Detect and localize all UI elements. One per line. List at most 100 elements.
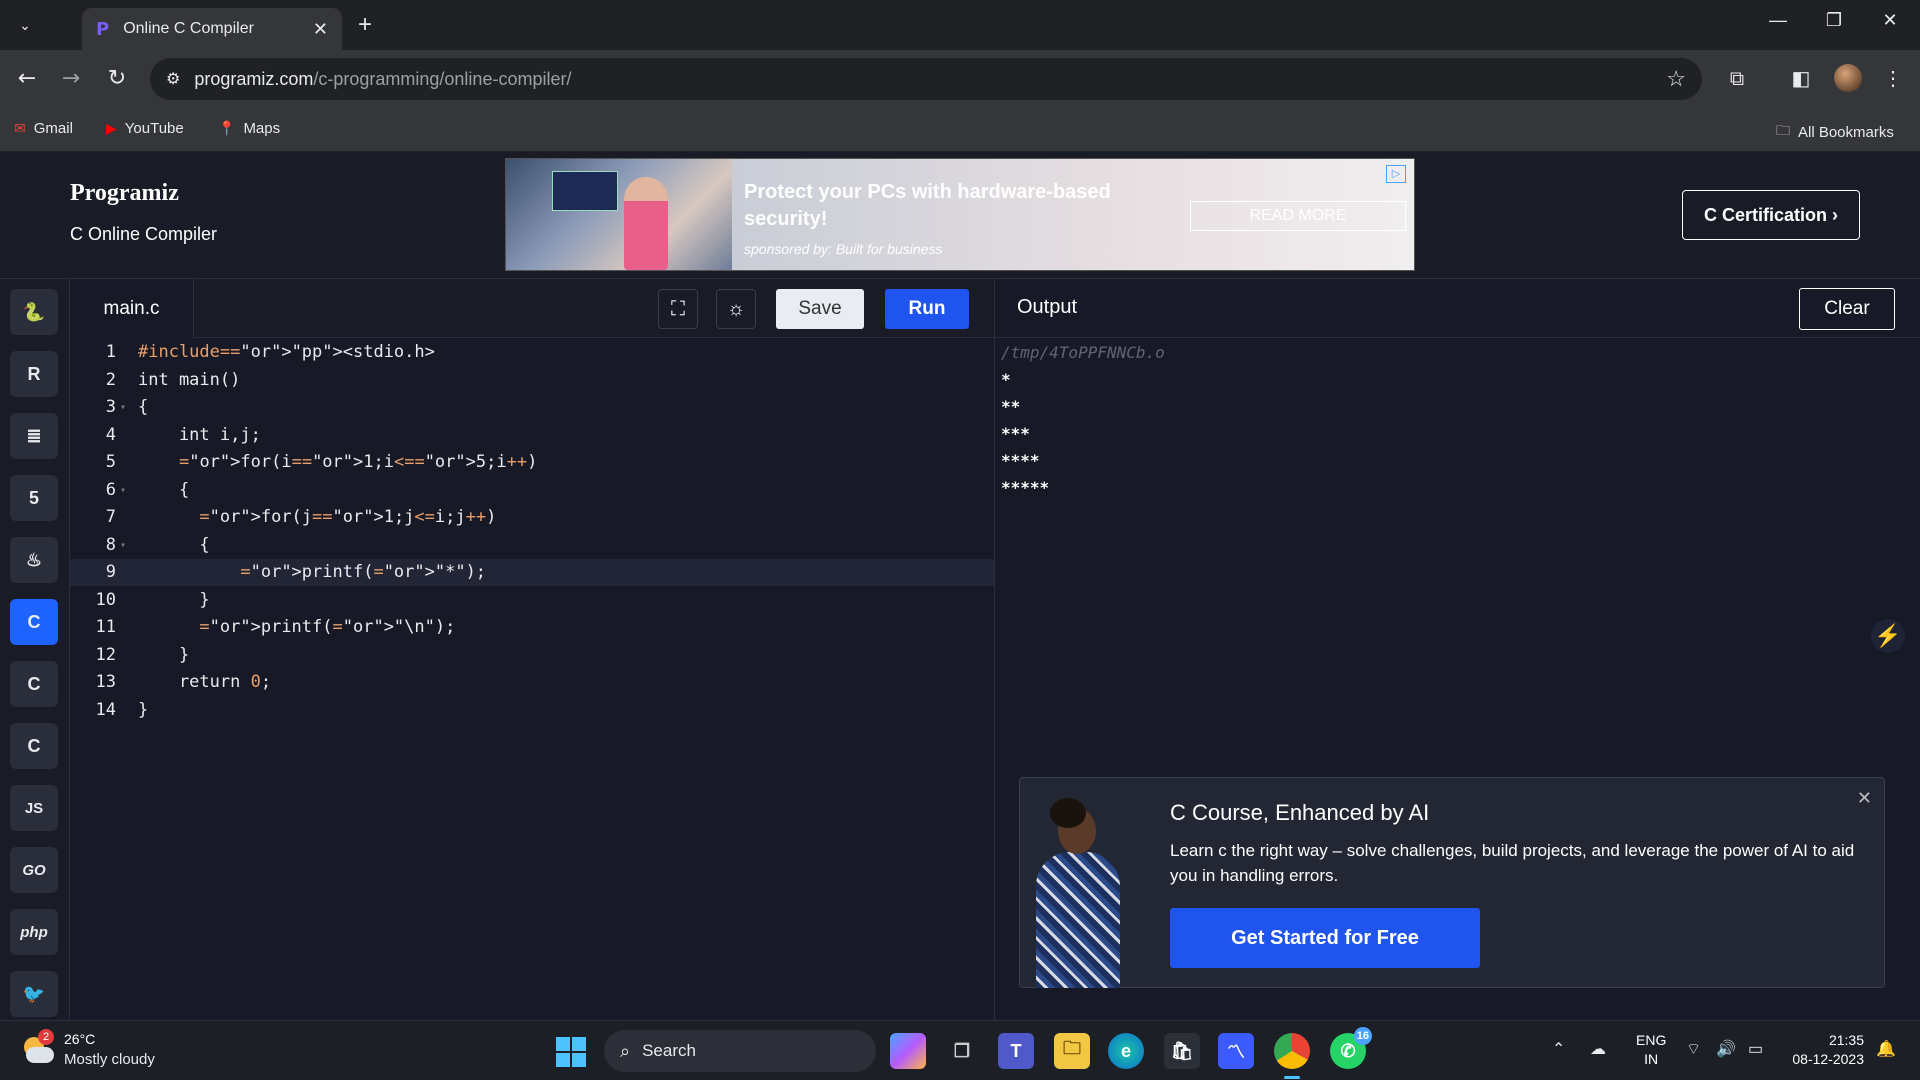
swift-icon[interactable]: 🐦 (10, 971, 58, 1017)
tab-search-chevron-icon[interactable]: ⌄ (10, 10, 40, 40)
ad-read-more-button[interactable]: READ MORE (1190, 201, 1406, 231)
code-text: ="or">printf(="or">"*"); (240, 562, 487, 582)
notification-bell-icon[interactable]: 🔔 (1876, 1039, 1896, 1059)
browser-tab[interactable]: P Online C Compiler ✕ (82, 8, 342, 50)
assistant-bolt-icon[interactable]: ⚡ (1871, 619, 1905, 653)
bookmark-youtube[interactable]: ▶ YouTube (106, 120, 184, 137)
forward-arrow-icon[interactable]: → (56, 64, 86, 94)
code-line[interactable]: 4 int i,j; (70, 422, 994, 449)
programiz-logo[interactable]: Programiz (70, 180, 179, 207)
advertisement-banner[interactable]: Protect your PCs with hardware-based sec… (505, 158, 1415, 271)
wifi-icon[interactable]: ⌔ (1686, 1039, 1701, 1059)
all-bookmarks[interactable]: 🗀 All Bookmarks (1776, 120, 1894, 144)
minimize-icon[interactable]: — (1758, 10, 1798, 31)
code-line[interactable]: 3 ▾ { (70, 394, 994, 421)
get-started-button[interactable]: Get Started for Free (1170, 908, 1480, 968)
fold-arrow-icon[interactable]: ▾ (120, 477, 126, 504)
windows-start-icon[interactable] (556, 1037, 586, 1067)
window-close-icon[interactable]: ✕ (1870, 10, 1910, 31)
chrome-menu-icon[interactable]: ⋮ (1878, 64, 1908, 94)
edge-icon[interactable]: e (1108, 1033, 1144, 1069)
task-view-icon[interactable]: ❐ (944, 1033, 980, 1069)
onedrive-cloud-icon[interactable]: ☁ (1590, 1039, 1606, 1059)
bookmark-star-icon[interactable]: ☆ (1666, 66, 1686, 92)
php-icon[interactable]: php (10, 909, 58, 955)
c-certification-button[interactable]: C Certification › (1682, 190, 1860, 240)
adchoices-icon[interactable]: ▷ (1386, 165, 1406, 183)
ad-headline: Protect your PCs with hardware-based sec… (744, 181, 1111, 230)
lang-glyph: 🐦 (22, 983, 46, 1004)
code-line[interactable]: 10 } (70, 587, 994, 614)
site-header: Programiz C Online Compiler Protect your… (0, 152, 1920, 279)
microsoft-store-icon[interactable]: 🛍 (1164, 1033, 1200, 1069)
taskbar-search[interactable]: ⌕ Search (604, 1030, 876, 1072)
reload-icon[interactable]: ↻ (102, 64, 132, 94)
code-line[interactable]: 5 ="or">for(i=="or">1;i<=="or">5;i++) (70, 449, 994, 476)
code-text: ="or">for(i=="or">1;i<=="or">5;i++) (178, 452, 538, 472)
tab-close-icon[interactable]: ✕ (313, 19, 328, 40)
code-line[interactable]: 1 #include=="or">"pp"><stdio.h> (70, 339, 994, 366)
r-language-icon[interactable]: R (10, 351, 58, 397)
c-language-icon[interactable]: C (10, 599, 58, 645)
csharp-icon[interactable]: C (10, 723, 58, 769)
sql-database-icon[interactable]: ≣ (10, 413, 58, 459)
input-language-indicator[interactable]: ENG IN (1636, 1031, 1666, 1069)
cpp-icon[interactable]: C (10, 661, 58, 707)
editor-toolbar: main.c ⛶ ☼ Save Run (70, 279, 994, 338)
teams-icon[interactable]: T (998, 1033, 1034, 1069)
code-line[interactable]: 6 ▾ { (70, 477, 994, 504)
profile-avatar[interactable] (1834, 64, 1862, 92)
browser-tabstrip: ⌄ P Online C Compiler ✕ + — ❐ ✕ (0, 0, 1920, 50)
code-line[interactable]: 13 return 0; (70, 669, 994, 696)
bookmark-label: Maps (243, 120, 281, 137)
java-icon[interactable]: ♨ (10, 537, 58, 583)
restore-icon[interactable]: ❐ (1814, 10, 1854, 31)
fullscreen-icon[interactable]: ⛶ (658, 289, 698, 329)
weather-badge: 2 (38, 1029, 54, 1045)
copilot-icon[interactable] (890, 1033, 926, 1069)
theme-toggle-sun-icon[interactable]: ☼ (716, 289, 756, 329)
save-button[interactable]: Save (776, 289, 864, 329)
new-tab-plus-icon[interactable]: + (352, 12, 378, 38)
volume-icon[interactable]: 🔊 (1716, 1039, 1736, 1059)
promo-close-icon[interactable]: ✕ (1857, 788, 1872, 809)
whatsapp-icon[interactable]: ✆ 16 (1330, 1027, 1372, 1069)
code-line[interactable]: 7 ="or">for(j=="or">1;j<=i;j++) (70, 504, 994, 531)
extensions-puzzle-icon[interactable]: ⧉ (1722, 64, 1752, 94)
clock-date: 08-12-2023 (1792, 1051, 1864, 1067)
code-line[interactable]: 14} (70, 697, 994, 724)
clear-button[interactable]: Clear (1799, 288, 1895, 330)
fold-arrow-icon[interactable]: ▾ (120, 394, 126, 421)
battery-icon[interactable]: ▭ (1748, 1039, 1763, 1059)
file-explorer-icon[interactable]: 🗀 (1054, 1033, 1090, 1069)
code-line[interactable]: 8 ▾ { (70, 532, 994, 559)
show-hidden-icons-chevron-icon[interactable]: ⌃ (1552, 1039, 1565, 1059)
ad-person-graphic (624, 177, 668, 270)
code-line[interactable]: 11 ="or">printf(="or">"\n"); (70, 614, 994, 641)
bookmark-maps[interactable]: 📍 Maps (218, 120, 280, 137)
output-console: /tmp/4ToPPFNNCb.o * ** *** **** ***** (1001, 339, 1165, 501)
output-line: ** (1001, 397, 1021, 416)
side-panel-icon[interactable]: ◧ (1786, 64, 1816, 94)
go-icon[interactable]: GO (10, 847, 58, 893)
code-line[interactable]: 2 int main() (70, 367, 994, 394)
chrome-icon[interactable] (1274, 1033, 1310, 1079)
html5-icon[interactable]: 5 (10, 475, 58, 521)
fold-arrow-icon[interactable]: ▾ (120, 532, 126, 559)
line-number: 13 (95, 672, 116, 692)
taskbar-clock[interactable]: 21:35 08-12-2023 (1784, 1031, 1864, 1069)
python-icon[interactable]: 🐍 (10, 289, 58, 335)
address-bar[interactable]: ⚙ programiz.com/c-programming/online-com… (150, 58, 1702, 100)
code-text: } (138, 589, 210, 610)
code-line[interactable]: 9 ="or">printf(="or">"*"); (70, 559, 994, 586)
bookmark-gmail[interactable]: ✉ Gmail (14, 120, 73, 137)
code-line[interactable]: 12 } (70, 642, 994, 669)
javascript-icon[interactable]: JS (10, 785, 58, 831)
file-tab-main-c[interactable]: main.c (70, 279, 194, 338)
sketch-app-icon[interactable]: 〽 (1218, 1033, 1254, 1069)
back-arrow-icon[interactable]: ← (12, 64, 42, 94)
site-info-icon[interactable]: ⚙ (166, 69, 180, 89)
code-area[interactable]: 1 #include=="or">"pp"><stdio.h> 2 int main(… (70, 339, 994, 1020)
output-header: Output Clear (995, 279, 1920, 338)
run-button[interactable]: Run (885, 289, 969, 329)
